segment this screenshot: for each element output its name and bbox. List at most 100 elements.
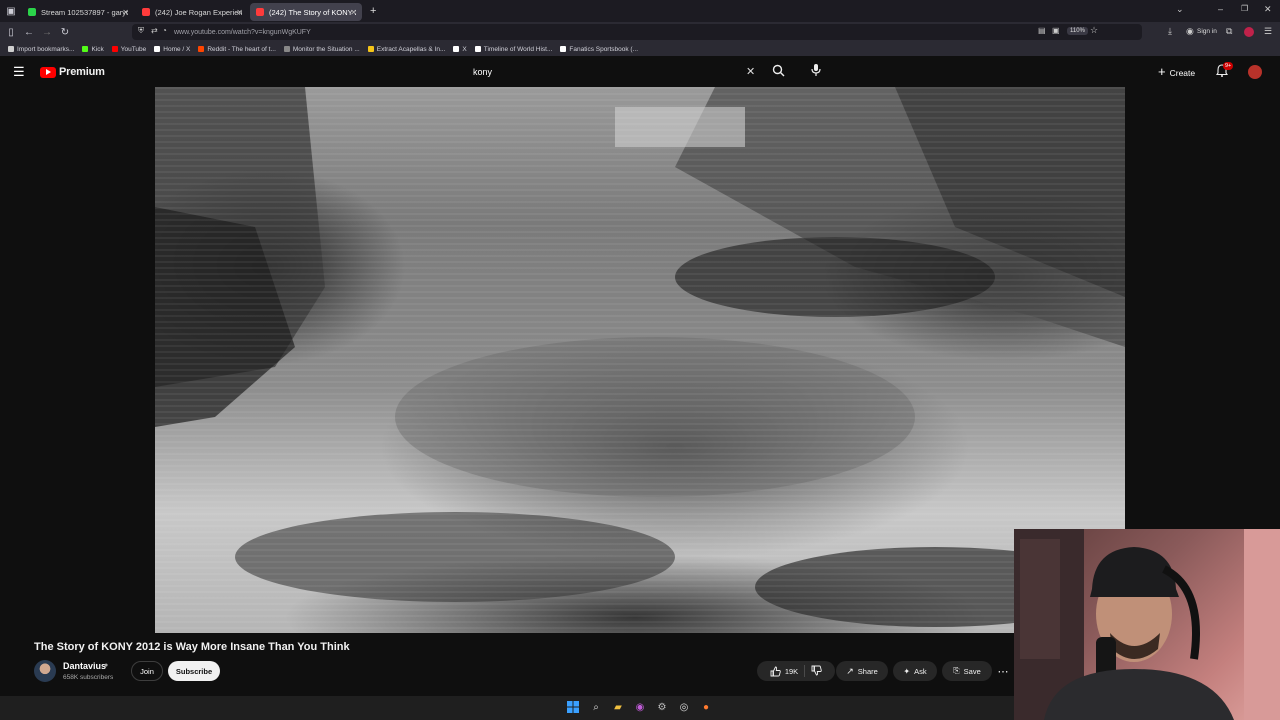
tab-favicon [256,8,264,16]
ask-label: Ask [914,666,927,676]
bookmark-favicon [560,46,567,52]
tab-overview-icon[interactable]: ▣ [2,6,20,17]
youtube-header: ☰ Premium kony ✕ + Create 9+ [0,57,1280,87]
chrome-app-icon[interactable]: ◎ [677,701,691,715]
channel-name[interactable]: Dantavius [63,661,106,671]
divider [804,665,806,677]
tab-favicon [28,8,36,16]
bookmark-star-icon[interactable]: ☆ [1090,25,1098,36]
lock-icon: ◔ [162,26,167,35]
bookmark-item[interactable]: Reddit - The heart of t... [198,46,276,53]
search-icon[interactable] [772,64,785,80]
bookmark-favicon [82,46,89,52]
minimize-icon[interactable]: – [1218,4,1223,14]
bookmark-favicon [474,46,481,52]
browser-tab-strip: ▣ Stream 102537897 - garydavid ✕ (242) J… [0,0,1280,22]
tab-list-icon[interactable]: ⌄ [1176,4,1184,15]
like-button[interactable]: 19K [770,666,798,677]
hamburger-menu-icon[interactable]: ☰ [13,64,25,80]
user-avatar[interactable] [1248,65,1262,79]
reader-icon[interactable]: ▤ [1038,26,1046,35]
bookmark-favicon [283,46,290,52]
bookmark-item[interactable]: Home / X [154,46,190,53]
bookmark-item[interactable]: Import bookmarks... [8,46,74,53]
bookmark-item[interactable]: Timeline of World Hist... [474,45,553,53]
settings-gear-icon[interactable]: ⚙ [655,701,669,715]
channel-avatar[interactable] [34,660,56,682]
browser-tab-1[interactable]: Stream 102537897 - garydavid ✕ [22,3,134,21]
share-label: Share [857,666,878,676]
sign-in-link[interactable]: Sign in [1197,28,1217,35]
bookmark-label: Kick [91,45,104,53]
join-button[interactable]: Join [131,661,163,681]
verified-badge-icon: ● [104,662,109,669]
bookmark-label: Fanatics Sportsbook (... [569,45,639,53]
bookmark-label: X [462,45,467,53]
bookmark-label: Extract Acapellas & In... [376,45,446,53]
share-icon: ↗ [846,665,854,676]
extension-badge-icon[interactable] [1244,27,1254,37]
bookmark-label: Monitor the Situation ... [292,45,360,53]
dislike-icon [811,665,822,675]
bookmark-item[interactable]: Kick [82,45,104,53]
bookmark-item[interactable]: YouTube [111,46,146,53]
dislike-button[interactable] [811,665,822,678]
url-bar[interactable]: ⛨ ⇄ ◔ www.youtube.com/watch?v=kngunWgKUF… [132,24,1142,40]
app-menu-icon[interactable]: ☰ [1264,26,1272,37]
obs-app-icon[interactable]: ◉ [633,701,647,715]
account-icon[interactable]: ◉ [1186,26,1194,37]
browser-tab-2[interactable]: (242) Joe Rogan Experience #1 ✕ [136,3,248,21]
save-button[interactable]: ⎘ Save [942,661,992,681]
sidebar-toggle-icon[interactable]: ▯ [2,27,20,38]
bookmark-label: Home / X [163,45,191,53]
window-close-icon[interactable]: ✕ [1264,4,1272,15]
new-tab-button[interactable]: + [370,5,376,17]
firefox-app-icon[interactable]: ● [699,701,713,715]
create-button[interactable]: + Create [1158,64,1195,79]
logo-text: Premium [59,66,105,78]
tab-label: (242) The Story of KONY 2012 i [269,7,356,17]
back-icon[interactable]: ← [20,27,38,38]
permissions-icon[interactable]: ⇄ [151,26,158,35]
close-icon[interactable]: ✕ [350,8,357,17]
video-player[interactable] [155,87,1125,633]
restore-icon[interactable]: ❐ [1241,4,1248,13]
pip-icon[interactable]: ▣ [1052,26,1060,35]
share-button[interactable]: ↗ Share [836,661,888,681]
windows-start-icon[interactable] [566,701,580,715]
subscribe-button[interactable]: Subscribe [168,661,220,681]
streamer-webcam-overlay [1014,529,1280,720]
clear-search-icon[interactable]: ✕ [746,65,755,78]
taskbar-search-icon[interactable]: ⌕ [589,701,603,715]
video-title: The Story of KONY 2012 is Way More Insan… [34,641,350,653]
bookmark-item[interactable]: Fanatics Sportsbook (... [560,46,638,53]
search-input[interactable]: kony [463,61,763,83]
microphone-icon[interactable] [810,63,824,77]
like-dislike-group: 19K [757,661,835,681]
zoom-level[interactable]: 110% [1067,27,1088,35]
more-actions-icon[interactable]: ⋯ [996,661,1010,681]
close-icon[interactable]: ✕ [122,8,129,17]
plus-icon: + [1158,64,1166,79]
bookmark-item[interactable]: Monitor the Situation ... [283,45,360,53]
file-explorer-icon[interactable]: ▰ [611,701,625,715]
shield-icon: ⛨ [138,26,144,35]
like-icon [770,666,781,676]
reload-icon[interactable]: ↻ [56,27,74,38]
close-icon[interactable]: ✕ [236,8,243,17]
youtube-premium-logo[interactable]: Premium [40,66,105,78]
bookmark-label: Timeline of World Hist... [483,45,553,53]
bookmark-item[interactable]: X [453,45,467,53]
forward-icon[interactable]: → [38,27,56,38]
ask-button[interactable]: ✦ Ask [893,661,937,681]
tab-label: (242) Joe Rogan Experience #1 [155,7,242,17]
bookmark-item[interactable]: Extract Acapellas & In... [367,45,446,53]
browser-tab-3[interactable]: (242) The Story of KONY 2012 i ✕ [250,3,362,21]
bookmark-favicon [154,46,161,52]
extensions-icon[interactable]: ⧉ [1226,26,1232,37]
youtube-play-icon [40,66,56,78]
bookmark-label: Import bookmarks... [17,45,75,53]
downloads-icon[interactable]: ⤓ [1168,26,1172,37]
like-count: 19K [784,666,799,676]
sparkle-icon: ✦ [903,666,911,676]
